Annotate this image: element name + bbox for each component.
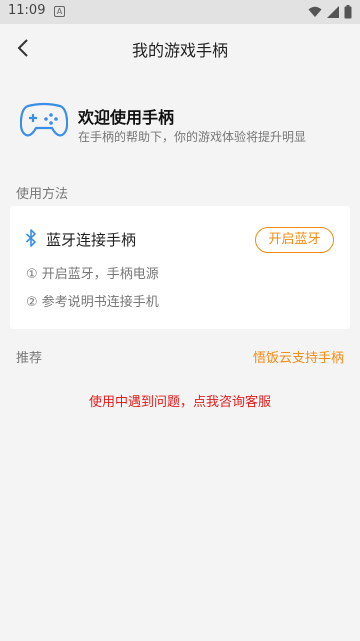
recommend-section-label: 推荐 (16, 351, 43, 366)
step-item: ② 参考说明书连接手机 (26, 295, 159, 310)
bluetooth-card: 蓝牙连接手柄 开启蓝牙 ① 开启蓝牙，手柄电源 ② 参考说明书连接手机 (10, 206, 350, 329)
customer-service-link[interactable]: 使用中遇到问题，点我咨询客服 (0, 391, 360, 410)
app-notification-icon: A (54, 6, 65, 17)
battery-icon (344, 5, 352, 19)
bluetooth-card-title: 蓝牙连接手柄 (46, 231, 137, 249)
wifi-icon (308, 6, 322, 17)
welcome-header: 欢迎使用手柄 在手柄的帮助下，你的游戏体验将提升明显 (0, 72, 360, 172)
system-icons (308, 5, 352, 19)
signal-icon (327, 6, 339, 18)
usage-section-label: 使用方法 (16, 187, 69, 202)
welcome-title: 欢迎使用手柄 (78, 108, 175, 127)
welcome-subtitle: 在手柄的帮助下，你的游戏体验将提升明显 (78, 130, 307, 144)
bluetooth-icon (25, 229, 36, 247)
app-bar: 我的游戏手柄 (0, 24, 360, 72)
gamepad-icon (20, 102, 68, 137)
status-bar: 11:09 A (0, 0, 360, 24)
step-item: ① 开启蓝牙，手柄电源 (26, 267, 159, 282)
enable-bluetooth-button[interactable]: 开启蓝牙 (255, 227, 334, 253)
status-time: 11:09 (8, 3, 46, 18)
recommend-link[interactable]: 悟饭云支持手柄 (253, 347, 344, 366)
page-title: 我的游戏手柄 (131, 41, 228, 60)
